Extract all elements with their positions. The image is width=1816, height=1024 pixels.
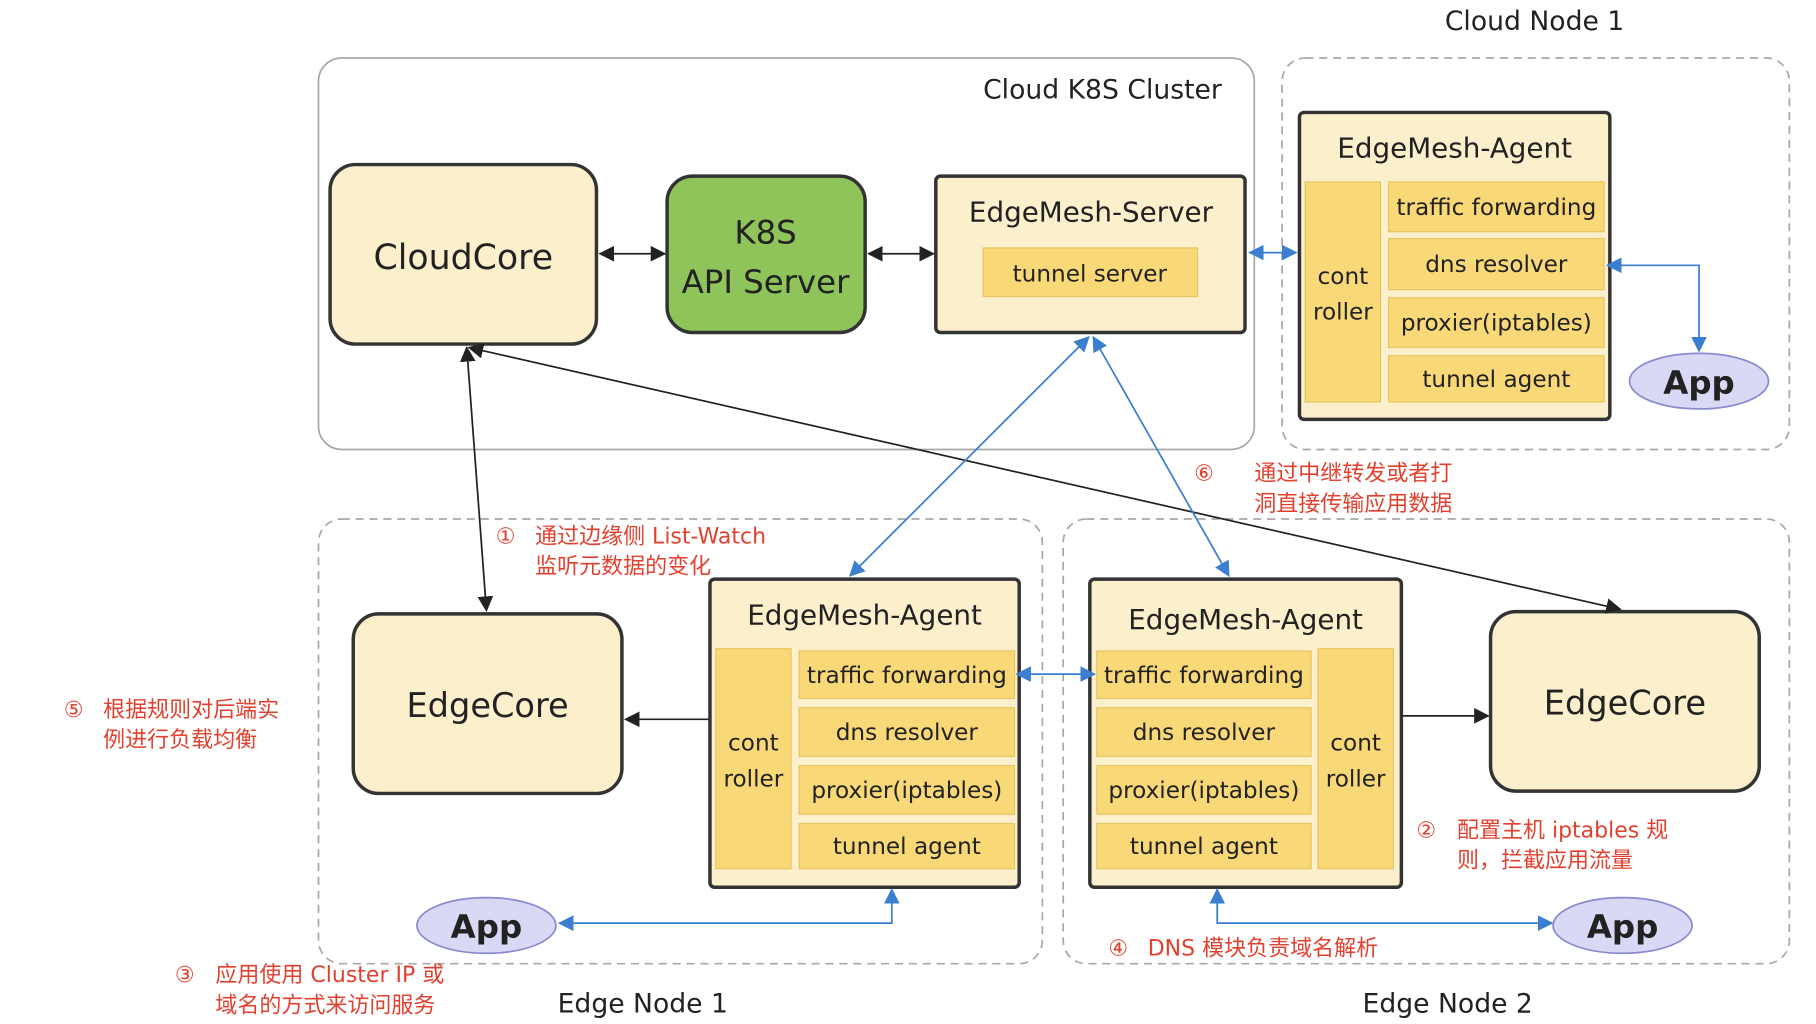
dns-resolver-label: dns resolver — [836, 720, 979, 746]
app-edge-1-label: App — [451, 908, 522, 946]
proxier-iptables-label: proxier(iptables) — [811, 778, 1002, 804]
annotation-1-line2: 监听元数据的变化 — [535, 554, 711, 579]
annotation-6-line2: 洞直接传输应用数据 — [1254, 492, 1452, 517]
link-cloud-agent-app — [1605, 257, 1707, 353]
dns-resolver-label: dns resolver — [1425, 252, 1568, 278]
link-agent2-app2 — [1209, 887, 1554, 931]
controller-label-1: cont — [728, 731, 779, 757]
annotation-6-number: ⑥ — [1194, 462, 1214, 487]
tunnel-agent-label: tunnel agent — [1130, 834, 1278, 860]
edgecore-2-label: EdgeCore — [1544, 684, 1706, 723]
controller-module — [1304, 181, 1382, 403]
agent-title: EdgeMesh-Agent — [1128, 603, 1363, 636]
annotation-3-line1: 应用使用 Cluster IP 或 — [215, 963, 444, 988]
annotation-2: ② 配置主机 iptables 规 则，拦截应用流量 — [1416, 818, 1668, 873]
controller-label-2: roller — [1313, 300, 1373, 326]
annotation-4: ④ DNS 模块负责域名解析 — [1108, 937, 1378, 962]
annotation-2-line1: 配置主机 iptables 规 — [1457, 818, 1668, 843]
agent-title: EdgeMesh-Agent — [747, 598, 982, 631]
controller-module — [715, 648, 792, 870]
proxier-iptables-label: proxier(iptables) — [1401, 311, 1592, 337]
edgemesh-agent-edge-2: EdgeMesh-Agent cont roller traffic forwardi… — [1088, 577, 1404, 889]
controller-label-2: roller — [723, 766, 783, 792]
controller-label-2: roller — [1326, 766, 1386, 792]
agent-title: EdgeMesh-Agent — [1337, 132, 1572, 165]
edgemesh-agent-cloud: EdgeMesh-Agent cont roller traffic forwardi… — [1297, 110, 1612, 422]
annotation-3-line2: 域名的方式来访问服务 — [215, 993, 435, 1018]
annotation-2-line2: 则，拦截应用流量 — [1457, 849, 1633, 874]
edge-node-1-label: Edge Node 1 — [558, 988, 728, 1019]
link-app1-agent1 — [557, 887, 900, 931]
cloudcore-label: CloudCore — [373, 238, 553, 278]
cloud-cluster-label: Cloud K8S Cluster — [983, 75, 1222, 106]
tunnel-server-label: tunnel server — [1013, 262, 1168, 288]
annotation-5: ⑤ 根据规则对后端实 例进行负载均衡 — [64, 698, 279, 753]
controller-label-1: cont — [1318, 264, 1369, 290]
proxier-iptables-label: proxier(iptables) — [1108, 778, 1299, 804]
edge-node-2-label: Edge Node 2 — [1363, 988, 1533, 1019]
k8s-api-server-box — [665, 174, 867, 335]
annotation-5-number: ⑤ — [64, 698, 84, 723]
annotation-4-line1: DNS 模块负责域名解析 — [1148, 937, 1378, 962]
app-edge-1: App — [416, 896, 557, 955]
link-server-agent2 — [1092, 335, 1230, 578]
annotation-5-line2: 例进行负载均衡 — [103, 728, 257, 753]
app-cloud: App — [1628, 352, 1770, 410]
annotation-3-number: ③ — [175, 963, 195, 988]
app-edge-2: App — [1552, 896, 1693, 955]
traffic-forwarding-label: traffic forwarding — [807, 663, 1007, 689]
app-edge-2-label: App — [1587, 908, 1658, 946]
edgecore-1-label: EdgeCore — [406, 686, 568, 725]
edgemesh-agent-edge-1: EdgeMesh-Agent cont roller traffic forwardi… — [708, 577, 1021, 889]
annotation-6: ⑥ 通过中继转发或者打 洞直接传输应用数据 — [1194, 462, 1452, 517]
annotation-1-line1: 通过边缘侧 List-Watch — [535, 524, 766, 549]
api-server-label: API Server — [682, 263, 851, 301]
arrow-cloudcore-edgecore-1 — [459, 345, 494, 613]
k8s-label: K8S — [734, 213, 796, 251]
link-server-agent1 — [848, 336, 1090, 577]
edgemesh-server-title: EdgeMesh-Server — [969, 195, 1214, 228]
tunnel-agent-label: tunnel agent — [833, 834, 981, 860]
annotation-1-number: ① — [496, 524, 516, 549]
app-cloud-label: App — [1663, 364, 1734, 402]
dns-resolver-label: dns resolver — [1133, 720, 1276, 746]
cloud-node-label: Cloud Node 1 — [1445, 6, 1624, 37]
tunnel-agent-label: tunnel agent — [1422, 367, 1570, 393]
annotation-3: ③ 应用使用 Cluster IP 或 域名的方式来访问服务 — [175, 963, 444, 1018]
annotation-5-line1: 根据规则对后端实 — [103, 698, 279, 723]
controller-module — [1317, 648, 1394, 870]
traffic-forwarding-label: traffic forwarding — [1396, 195, 1596, 221]
annotation-6-line1: 通过中继转发或者打 — [1254, 462, 1452, 487]
annotation-2-number: ② — [1416, 818, 1436, 843]
edgemesh-architecture-diagram: Cloud K8S Cluster Cloud Node 1 Edge Node… — [64, 6, 1791, 1019]
annotation-4-number: ④ — [1108, 937, 1128, 962]
controller-label-1: cont — [1330, 731, 1381, 757]
annotation-1: ① 通过边缘侧 List-Watch 监听元数据的变化 — [496, 524, 766, 579]
traffic-forwarding-label: traffic forwarding — [1104, 663, 1304, 689]
